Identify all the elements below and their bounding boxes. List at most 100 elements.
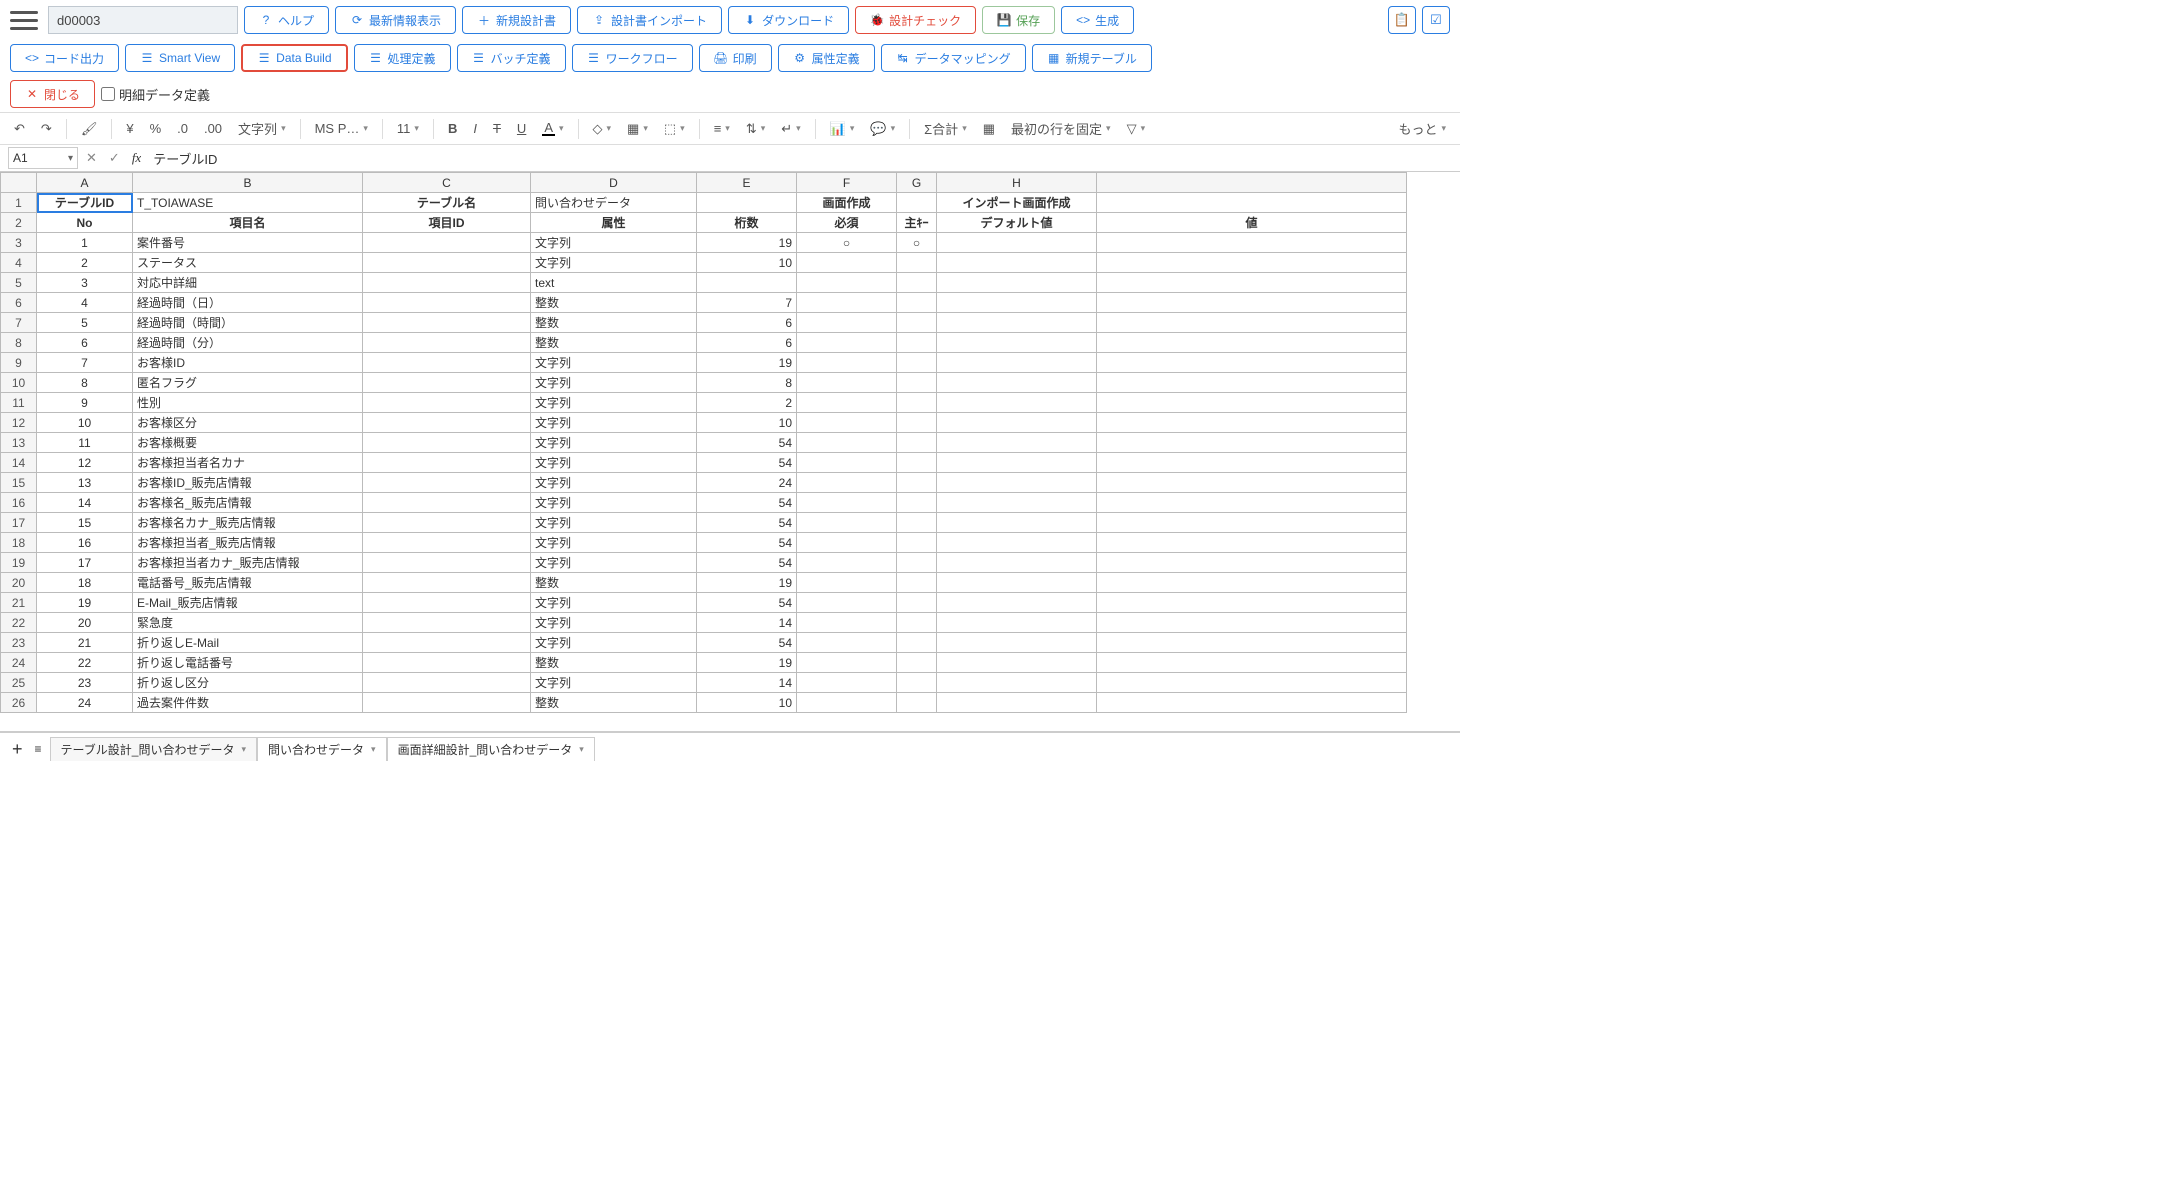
cell[interactable]: お客様ID_販売店情報 (133, 473, 363, 493)
cell[interactable] (363, 393, 531, 413)
databuild-button[interactable]: ☰Data Build (241, 44, 347, 72)
cell[interactable] (937, 293, 1097, 313)
strike-button[interactable]: T (489, 119, 505, 138)
cell[interactable]: 10 (37, 413, 133, 433)
cell[interactable] (363, 373, 531, 393)
fx-confirm-icon[interactable]: ✓ (105, 150, 124, 166)
cell[interactable] (1097, 593, 1407, 613)
cell[interactable] (937, 613, 1097, 633)
cell[interactable] (897, 693, 937, 713)
cell[interactable] (897, 473, 937, 493)
cell[interactable]: 17 (37, 553, 133, 573)
cell[interactable] (897, 433, 937, 453)
cell[interactable] (363, 633, 531, 653)
row-header[interactable]: 23 (1, 633, 37, 653)
row-header[interactable]: 7 (1, 313, 37, 333)
cell[interactable] (363, 573, 531, 593)
col-header[interactable]: H (937, 173, 1097, 193)
sum-button[interactable]: Σ合計 (920, 117, 971, 140)
percent-icon[interactable]: % (146, 119, 166, 138)
cell[interactable] (363, 533, 531, 553)
cell[interactable] (897, 273, 937, 293)
cell[interactable]: 整数 (531, 653, 697, 673)
cell[interactable] (1097, 473, 1407, 493)
cell[interactable]: 文字列 (531, 393, 697, 413)
cell[interactable] (797, 413, 897, 433)
cell[interactable] (797, 373, 897, 393)
cell[interactable]: 7 (697, 293, 797, 313)
cell[interactable]: お客様区分 (133, 413, 363, 433)
cell[interactable]: 2 (37, 253, 133, 273)
cell[interactable]: 文字列 (531, 253, 697, 273)
cell[interactable]: お客様ID (133, 353, 363, 373)
cell[interactable]: 必須 (797, 213, 897, 233)
cell[interactable] (1097, 553, 1407, 573)
cell[interactable] (363, 653, 531, 673)
cell[interactable] (897, 373, 937, 393)
row-header[interactable]: 12 (1, 413, 37, 433)
formula-input[interactable]: テーブルID (149, 149, 1452, 168)
cell[interactable] (1097, 193, 1407, 213)
fontsize-select[interactable]: 11 (393, 119, 423, 138)
sheet-tab[interactable]: 画面詳細設計_問い合わせデータ (387, 737, 595, 761)
cell[interactable]: 23 (37, 673, 133, 693)
cell[interactable]: 折り返しE-Mail (133, 633, 363, 653)
cell[interactable] (897, 413, 937, 433)
cell[interactable]: 文字列 (531, 453, 697, 473)
mapping-button[interactable]: ↹データマッピング (881, 44, 1026, 72)
cell[interactable]: お客様名カナ_販売店情報 (133, 513, 363, 533)
cell[interactable] (363, 693, 531, 713)
cell[interactable]: 6 (37, 333, 133, 353)
dec-increase-icon[interactable]: .0 (173, 119, 192, 138)
cell[interactable] (937, 573, 1097, 593)
cell[interactable] (797, 633, 897, 653)
currency-yen-icon[interactable]: ¥ (122, 119, 137, 138)
cell[interactable] (1097, 413, 1407, 433)
smartview-button[interactable]: ☰Smart View (125, 44, 235, 72)
cell[interactable]: 20 (37, 613, 133, 633)
cell[interactable]: 問い合わせデータ (531, 193, 697, 213)
cell[interactable]: 5 (37, 313, 133, 333)
add-sheet-icon[interactable]: + (8, 739, 27, 760)
cell[interactable]: 14 (37, 493, 133, 513)
cell[interactable] (937, 653, 1097, 673)
cell[interactable] (937, 313, 1097, 333)
cell[interactable] (937, 373, 1097, 393)
cell[interactable] (363, 353, 531, 373)
cell[interactable] (363, 553, 531, 573)
freeze-button[interactable]: 最初の行を固定 (1007, 117, 1115, 140)
cell[interactable]: 文字列 (531, 513, 697, 533)
fontname-select[interactable]: MS P… (311, 119, 372, 138)
cell[interactable]: 15 (37, 513, 133, 533)
cell[interactable] (897, 293, 937, 313)
cell[interactable] (937, 273, 1097, 293)
cell[interactable] (797, 473, 897, 493)
cell[interactable] (1097, 533, 1407, 553)
row-header[interactable]: 6 (1, 293, 37, 313)
cell[interactable]: お客様担当者カナ_販売店情報 (133, 553, 363, 573)
cell[interactable] (797, 293, 897, 313)
cell[interactable]: 16 (37, 533, 133, 553)
cell[interactable]: 文字列 (531, 433, 697, 453)
cell[interactable]: お客様担当者_販売店情報 (133, 533, 363, 553)
row-header[interactable]: 8 (1, 333, 37, 353)
cell[interactable]: 54 (697, 553, 797, 573)
cell[interactable] (937, 473, 1097, 493)
cell[interactable]: 21 (37, 633, 133, 653)
cell[interactable]: 10 (697, 693, 797, 713)
format-select[interactable]: 文字列 (234, 117, 290, 140)
row-header[interactable]: 3 (1, 233, 37, 253)
cell[interactable]: 折り返し区分 (133, 673, 363, 693)
cell[interactable]: 7 (37, 353, 133, 373)
cell[interactable]: 10 (697, 413, 797, 433)
cell[interactable] (1097, 573, 1407, 593)
redo-icon[interactable]: ↷ (37, 119, 56, 139)
cell[interactable]: 文字列 (531, 373, 697, 393)
cell[interactable]: 経過時間（時間） (133, 313, 363, 333)
cell[interactable] (797, 273, 897, 293)
cell[interactable] (363, 593, 531, 613)
row-header[interactable]: 10 (1, 373, 37, 393)
generate-button[interactable]: <>生成 (1061, 6, 1134, 34)
cell[interactable]: 文字列 (531, 233, 697, 253)
cell[interactable]: ○ (797, 233, 897, 253)
